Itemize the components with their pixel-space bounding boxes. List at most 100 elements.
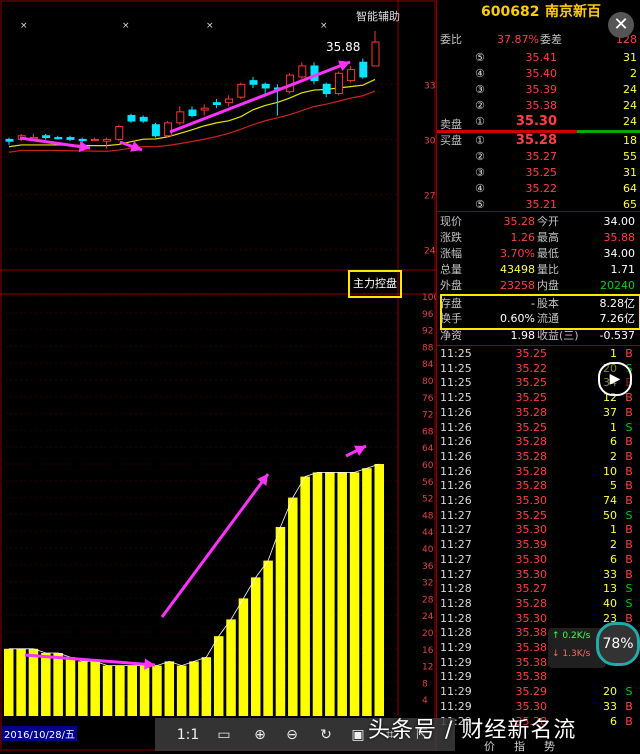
save-icon[interactable]: ▣ (347, 724, 369, 746)
tick-time: 11:27 (440, 552, 472, 566)
quote-row-1: 现价 35.28 今开 34.00 (437, 214, 640, 229)
assist-label[interactable]: 智能辅助 (356, 8, 400, 24)
tick-time: 11:28 (440, 582, 472, 596)
indicator-line (8, 463, 380, 667)
candle (103, 138, 112, 142)
candle (225, 98, 234, 104)
tick-price: 35.25 (515, 420, 548, 434)
tick-row: 11:27 35.39 2 B (437, 538, 640, 553)
jinkai-label: 今开 (537, 215, 559, 228)
tick-flag: B (625, 464, 633, 478)
indicator-bar (349, 472, 360, 716)
indicator-bar (300, 476, 310, 716)
divider-2 (437, 345, 640, 346)
tick-flag: B (625, 494, 633, 507)
candle (298, 65, 307, 78)
tick-volume: 37 (603, 405, 617, 419)
huanshou-label: 换手 (440, 312, 462, 325)
tick-time: 11:26 (440, 449, 472, 463)
candle (5, 138, 14, 142)
indicator-axis-tick: 28 (422, 595, 434, 605)
indicator-bar (325, 472, 335, 716)
indicator-bar (78, 661, 88, 716)
indicator-bar (16, 648, 26, 716)
candle (90, 138, 99, 142)
chart-area[interactable]: 33302724××××1009692888480767268646056524… (0, 0, 436, 751)
tick-volume: 50 (603, 508, 617, 522)
indicator-bar (152, 665, 162, 716)
tick-price: 35.30 (515, 611, 548, 625)
tick-volume: 2 (610, 449, 617, 463)
tick-volume: 1 (610, 347, 617, 360)
indicator-bar (4, 648, 14, 716)
ratio-button[interactable]: 1:1 (173, 724, 203, 746)
tick-price: 35.30 (515, 552, 548, 566)
close-button[interactable]: ✕ (608, 12, 634, 38)
indicator-axis-tick: 80 (422, 377, 434, 387)
tick-flag: B (625, 479, 633, 493)
xianjia-value: 35.28 (503, 215, 536, 228)
tick-flag: B (625, 567, 633, 581)
tick-time: 11:29 (440, 655, 472, 669)
rotate-icon[interactable]: ↻ (315, 724, 337, 746)
indicator-bar (41, 653, 51, 716)
candle (188, 109, 197, 117)
buy-volume: 55 (623, 150, 637, 163)
indicator-bar (102, 665, 113, 716)
tick-flag: B (625, 449, 633, 463)
indicator-bar (28, 648, 39, 716)
price-axis-tick: 30 (424, 136, 436, 146)
tick-volume: 40 (603, 596, 617, 610)
tick-row: 11:27 35.25 50 S (437, 509, 640, 524)
buy-order-row: ③ 35.25 31 (437, 165, 640, 180)
tick-price: 35.30 (515, 494, 548, 507)
sell-order-row: ① 35.30 24 (437, 114, 640, 129)
indicator-name-box[interactable]: 主力控盘 (348, 270, 402, 298)
sell-price: 35.40 (525, 67, 558, 80)
indicator-axis-tick: 32 (422, 579, 433, 589)
candle (322, 83, 331, 94)
upload-speed: ↑ 0.2K/s (552, 631, 591, 641)
tick-price: 35.22 (515, 361, 548, 375)
watermark: 头条号 / 财经新名流 (368, 718, 577, 743)
tick-price: 35.38 (515, 641, 548, 654)
tick-row: 11:26 35.28 10 B (437, 465, 640, 480)
indicator-axis-tick: 20 (422, 629, 434, 639)
candle (212, 102, 221, 106)
play-button[interactable]: ▶ (598, 362, 632, 396)
tick-volume: 33 (603, 699, 617, 713)
tick-volume: 33 (603, 567, 617, 581)
tick-price: 35.39 (515, 538, 548, 552)
tick-time: 11:25 (440, 347, 472, 360)
weibi-row: 委比 37.87% 委差 128 (437, 32, 640, 47)
tick-time: 11:28 (440, 596, 472, 610)
tick-flag: S (625, 685, 633, 699)
jinkai-value: 34.00 (603, 215, 636, 228)
zuidi-value: 34.00 (603, 247, 636, 260)
tick-flag: S (625, 420, 633, 434)
liutong-label: 流通 (537, 312, 559, 325)
indicator-bar (213, 636, 224, 716)
guben-label: 股本 (537, 297, 559, 310)
buy-price: 35.25 (525, 166, 558, 179)
candle (347, 69, 356, 82)
zoom-out-icon[interactable]: ⊖ (281, 724, 303, 746)
indicator-axis-tick: 76 (422, 394, 434, 404)
indicator-bar (189, 661, 199, 716)
fit-screen-icon[interactable]: ▭ (213, 724, 235, 746)
tick-time: 11:26 (440, 405, 472, 419)
tick-price: 35.30 (515, 567, 548, 581)
indicator-axis-tick: 8 (422, 679, 428, 689)
tick-volume: 1 (610, 420, 617, 434)
indicator-axis-tick: 64 (422, 444, 434, 454)
tick-volume: 6 (610, 714, 617, 728)
zoom-in-icon[interactable]: ⊕ (249, 724, 271, 746)
memory-gauge[interactable]: 78% (596, 622, 640, 666)
indicator-axis-tick: 36 (422, 562, 434, 572)
download-speed-value: 1.3K/s (562, 649, 591, 659)
indicator-axis-tick: 48 (422, 511, 434, 521)
tick-time: 11:26 (440, 435, 472, 449)
sell-level: ③ (475, 83, 485, 96)
buy-volume: 65 (623, 198, 637, 211)
indicator-axis-tick: 16 (422, 646, 434, 656)
